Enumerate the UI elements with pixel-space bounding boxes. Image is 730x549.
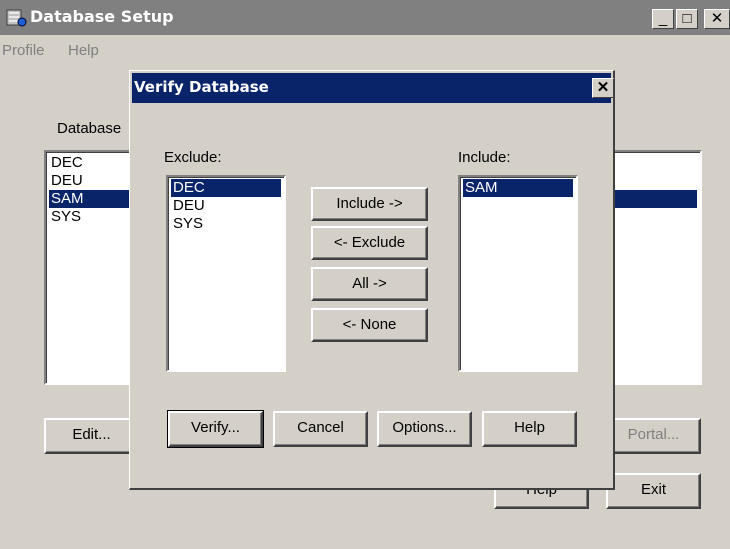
exclude-all-button[interactable]: <- None	[311, 308, 428, 342]
minimize-icon: _	[658, 10, 668, 27]
include-button[interactable]: Include ->	[311, 187, 428, 221]
dialog-title-bar[interactable]: Verify Database ✕	[132, 73, 614, 103]
exclude-label: Exclude:	[164, 149, 222, 166]
minimize-button[interactable]: _	[652, 9, 674, 29]
list-item[interactable]: SAM	[463, 179, 573, 197]
list-item[interactable]: SYS	[171, 215, 281, 233]
exclude-list[interactable]: DEC DEU SYS	[166, 175, 286, 372]
edit-button[interactable]: Edit...	[44, 418, 139, 454]
maximize-button[interactable]: □	[676, 9, 698, 29]
options-button[interactable]: Options...	[377, 411, 472, 447]
cancel-button[interactable]: Cancel	[273, 411, 368, 447]
verify-database-dialog: Verify Database ✕ Exclude: Include: DEC …	[129, 70, 615, 490]
exclude-button[interactable]: <- Exclude	[311, 226, 428, 260]
maximize-icon: □	[682, 10, 692, 27]
list-item[interactable]: DEC	[171, 179, 281, 197]
close-button[interactable]: ✕	[704, 9, 730, 29]
database-app-icon	[6, 9, 27, 27]
exit-button[interactable]: Exit	[606, 473, 701, 509]
menu-profile[interactable]: Profile	[2, 42, 45, 59]
close-icon: ✕	[710, 10, 724, 27]
portal-button[interactable]: Portal...	[606, 418, 701, 454]
include-label: Include:	[458, 149, 511, 166]
dialog-close-button[interactable]: ✕	[592, 78, 614, 98]
verify-button[interactable]: Verify...	[167, 410, 264, 448]
database-label: Database	[57, 120, 122, 137]
dialog-help-button[interactable]: Help	[482, 411, 577, 447]
window-title: Database Setup	[30, 7, 174, 26]
dialog-title: Verify Database	[134, 78, 269, 96]
menu-help[interactable]: Help	[68, 42, 99, 59]
include-all-button[interactable]: All ->	[311, 267, 428, 301]
main-title-bar[interactable]: Database Setup _ □ ✕	[0, 0, 730, 35]
close-icon: ✕	[596, 79, 610, 96]
list-item[interactable]: DEU	[171, 197, 281, 215]
include-list[interactable]: SAM	[458, 175, 578, 372]
